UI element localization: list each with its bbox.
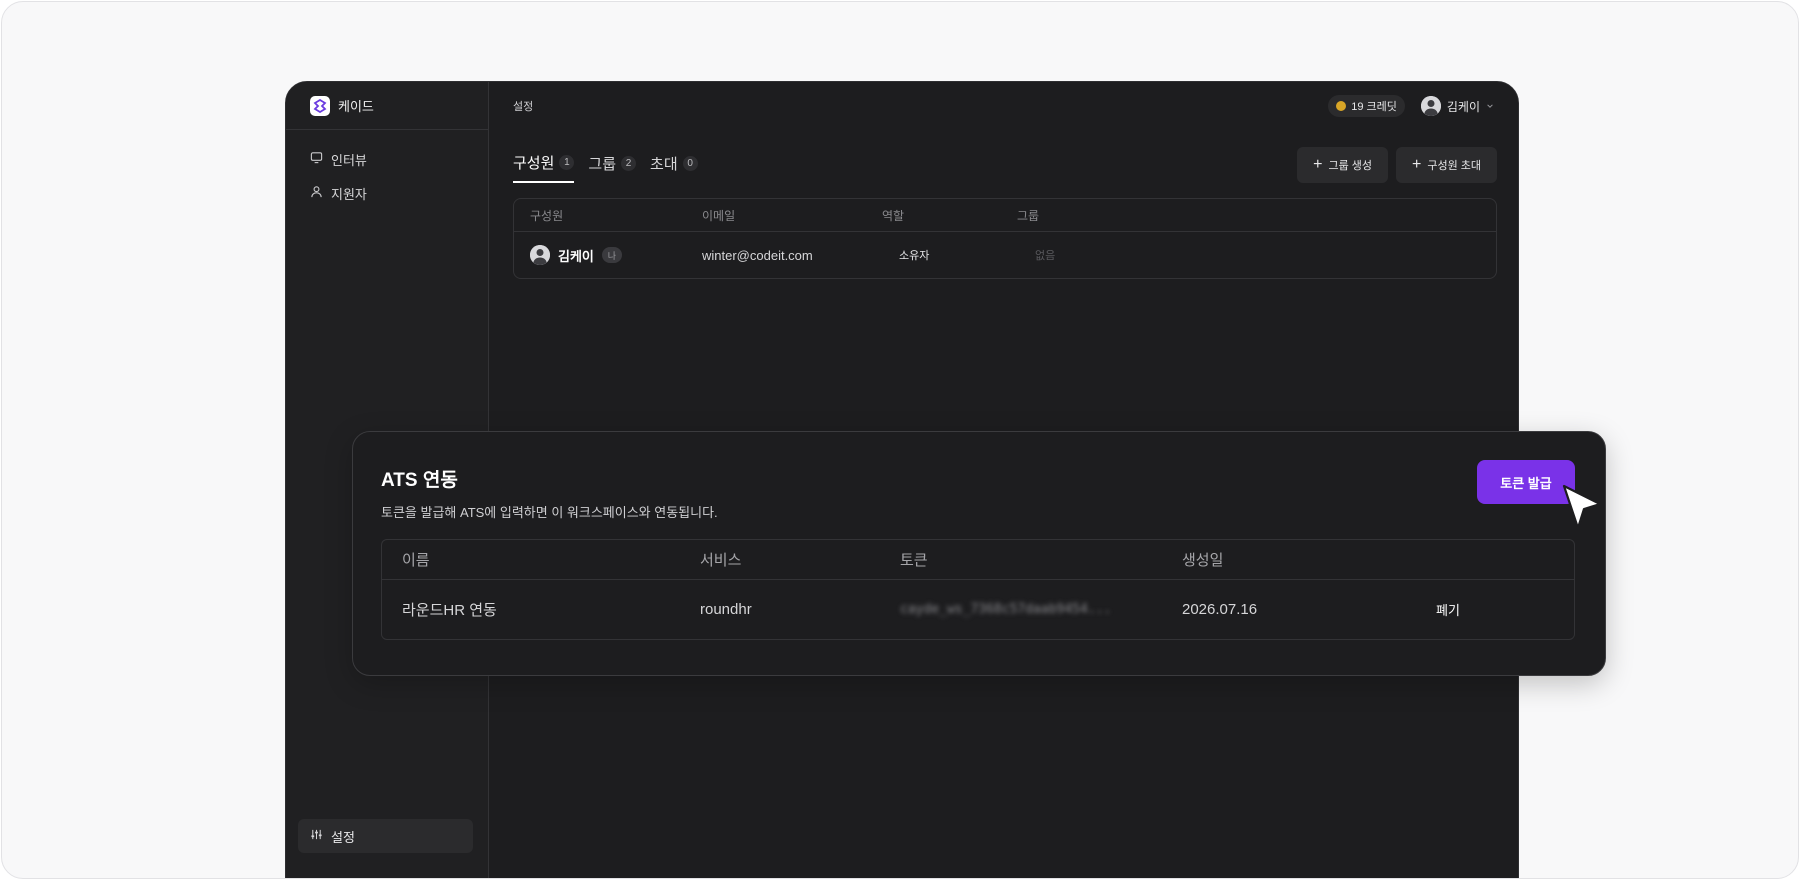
coin-icon — [1336, 101, 1347, 111]
tab-list: 구성원 1 그룹 2 초대 0 — [513, 152, 698, 183]
sliders-icon — [310, 828, 323, 844]
token-value: cayde_ws_7368c57daab9454... — [900, 601, 1112, 617]
brand[interactable]: 케이드 — [286, 82, 488, 130]
brand-name: 케이드 — [338, 99, 374, 114]
tab-label: 구성원 — [513, 155, 555, 172]
table-header: 이름 서비스 토큰 생성일 — [382, 540, 1574, 580]
token-name: 라운드HR 연동 — [402, 601, 497, 619]
table-row[interactable]: 라운드HR 연동 roundhr cayde_ws_7368c57daab945… — [382, 580, 1574, 638]
plus-icon: + — [1412, 156, 1422, 173]
tab-members[interactable]: 구성원 1 — [513, 152, 575, 183]
sidebar-nav: 인터뷰 지원자 — [286, 130, 488, 210]
tab-groups[interactable]: 그룹 2 — [588, 152, 637, 183]
column-header: 구성원 — [530, 208, 564, 223]
person-icon — [310, 185, 323, 201]
chevron-down-icon — [1486, 99, 1494, 113]
sidebar-item-interview[interactable]: 인터뷰 — [286, 142, 488, 176]
sidebar-item-label: 설정 — [331, 829, 355, 845]
member-name: 김케이 — [558, 248, 594, 264]
column-header: 그룹 — [1017, 208, 1040, 223]
plus-icon: + — [1313, 156, 1323, 173]
table-row[interactable]: 김케이 나 winter@codeit.com 소유자 없음 — [514, 232, 1496, 278]
topbar-right: 19 크레딧 김케이 — [1328, 95, 1494, 117]
column-header: 서비스 — [700, 552, 742, 569]
tab-invites[interactable]: 초대 0 — [650, 152, 698, 183]
revoke-token-button[interactable]: 폐기 — [1436, 600, 1574, 619]
tab-count: 0 — [682, 156, 698, 171]
canvas-frame: 케이드 인터뷰 지원자 설정 설정 19 크레딧 김케이 구성원 1 그룹 2 … — [1, 1, 1799, 879]
card-title: ATS 연동 — [381, 470, 458, 491]
member-group: 없음 — [1035, 250, 1056, 262]
members-table: 구성원 이메일 역할 그룹 김케이 나 winter@codeit.com 소유… — [513, 198, 1497, 279]
invite-member-button[interactable]: + 구성원 초대 — [1396, 147, 1497, 183]
sidebar-item-label: 인터뷰 — [331, 152, 367, 168]
member-cell: 김케이 나 — [514, 245, 702, 265]
column-header: 생성일 — [1182, 552, 1224, 569]
button-label: 그룹 생성 — [1328, 160, 1372, 172]
credit-count: 19 크레딧 — [1351, 101, 1397, 113]
me-badge: 나 — [601, 247, 622, 263]
column-header: 토큰 — [900, 552, 928, 569]
tab-label: 초대 — [650, 156, 678, 173]
table-header: 구성원 이메일 역할 그룹 — [514, 199, 1496, 232]
avatar — [530, 245, 550, 265]
main-content: 구성원 1 그룹 2 초대 0 + 그룹 생성 + 구성원 초대 구성원 이메일… — [513, 130, 1497, 279]
ats-integration-card: ATS 연동 토큰을 발급해 ATS에 입력하면 이 워크스페이스와 연동됩니다… — [352, 431, 1606, 676]
token-table: 이름 서비스 토큰 생성일 라운드HR 연동 roundhr cayde_ws_… — [381, 539, 1575, 640]
column-header: 이메일 — [702, 208, 736, 223]
sidebar-item-settings[interactable]: 설정 — [298, 819, 473, 853]
breadcrumb: 설정 — [513, 101, 534, 113]
token-created-date: 2026.07.16 — [1182, 600, 1258, 618]
column-header: 역할 — [882, 208, 905, 223]
tab-count: 1 — [559, 155, 575, 170]
user-name: 김케이 — [1446, 99, 1480, 114]
member-email: winter@codeit.com — [702, 247, 813, 263]
credit-badge[interactable]: 19 크레딧 — [1328, 95, 1405, 117]
sidebar-item-label: 지원자 — [331, 186, 367, 202]
token-service: roundhr — [700, 600, 752, 618]
button-label: 구성원 초대 — [1427, 160, 1481, 172]
cursor-icon — [1562, 484, 1602, 530]
tab-label: 그룹 — [588, 156, 617, 173]
avatar — [1420, 96, 1441, 116]
column-header: 이름 — [402, 552, 430, 569]
action-buttons: + 그룹 생성 + 구성원 초대 — [1297, 147, 1497, 183]
logo-icon — [310, 95, 330, 116]
card-description: 토큰을 발급해 ATS에 입력하면 이 워크스페이스와 연동됩니다. — [381, 505, 718, 520]
tab-count: 2 — [621, 156, 637, 171]
member-role[interactable]: 소유자 — [882, 247, 1017, 263]
topbar: 설정 19 크레딧 김케이 — [489, 82, 1518, 130]
user-menu[interactable]: 김케이 — [1420, 96, 1494, 116]
tabs-row: 구성원 1 그룹 2 초대 0 + 그룹 생성 + 구성원 초대 — [513, 130, 1497, 196]
sidebar-item-applicants[interactable]: 지원자 — [286, 176, 488, 210]
create-group-button[interactable]: + 그룹 생성 — [1297, 147, 1388, 183]
monitor-icon — [310, 151, 323, 167]
